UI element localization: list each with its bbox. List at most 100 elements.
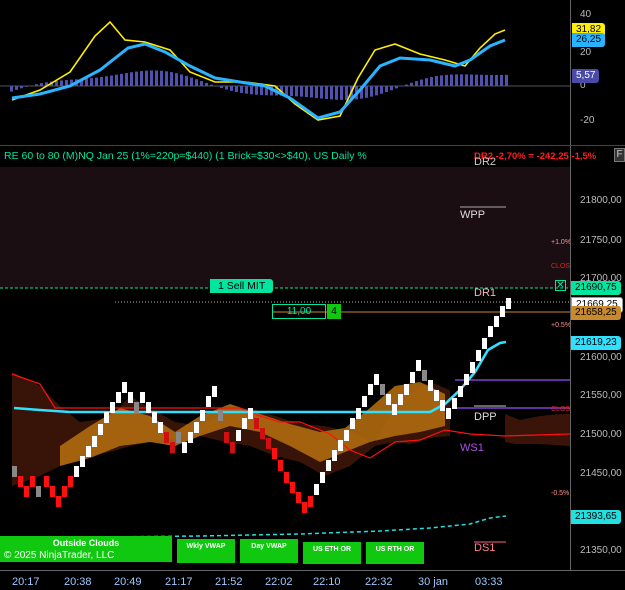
hist-bar [460, 74, 463, 86]
renko-brick [44, 476, 49, 487]
hist-bar [325, 86, 328, 100]
renko-brick [446, 408, 451, 419]
renko-brick [200, 410, 205, 421]
hist-bar [490, 74, 493, 86]
hist-bar [140, 71, 143, 86]
renko-brick [134, 402, 139, 413]
us-rth-or-button[interactable]: US RTH OR [366, 542, 424, 564]
sell-mit-order-button[interactable]: 1 Sell MIT [210, 279, 274, 293]
hist-bar [30, 85, 33, 86]
hist-bar [220, 86, 223, 89]
oscillator-panel[interactable] [0, 0, 570, 140]
hist-bar [380, 86, 383, 94]
renko-brick [146, 402, 151, 413]
level-ds1: DS1 [474, 542, 496, 554]
weekly-vwap-button[interactable]: Wkly VWAP [177, 539, 235, 563]
hist-bar [405, 84, 408, 86]
vwap-line [0, 515, 507, 539]
time-tick: 22:10 [313, 576, 341, 588]
time-tick: 20:49 [114, 576, 142, 588]
trading-chart[interactable]: 40 20 0 -20 31,82 26,25 5,57 RE 60 to 80… [0, 0, 625, 590]
hist-bar [245, 86, 248, 94]
resistance-zone [0, 167, 570, 288]
renko-brick [242, 418, 247, 429]
cloud-future [505, 414, 570, 446]
hist-bar [420, 79, 423, 86]
hist-bar [120, 73, 123, 86]
time-tick: 20:38 [64, 576, 92, 588]
renko-brick [344, 430, 349, 441]
renko-brick [500, 306, 505, 317]
renko-brick [170, 442, 175, 453]
renko-brick [86, 446, 91, 457]
renko-brick [128, 392, 133, 403]
hist-bar [35, 84, 38, 86]
osc-tick: 40 [580, 9, 592, 20]
order-count-badge[interactable]: 4 [327, 304, 341, 319]
renko-brick [24, 486, 29, 497]
renko-brick [452, 398, 457, 409]
renko-brick [188, 432, 193, 443]
time-tick: 21:17 [165, 576, 193, 588]
renko-brick [416, 360, 421, 371]
renko-brick [230, 442, 235, 453]
order-qty-field[interactable]: 11,00 [272, 304, 326, 319]
renko-brick [290, 482, 295, 493]
hist-bar [40, 83, 43, 86]
us-eth-or-button[interactable]: US ETH OR [303, 542, 361, 564]
level-wpp: WPP [460, 209, 486, 221]
hist-bar [485, 74, 488, 86]
hist-bar [450, 74, 453, 86]
hist-bar [195, 79, 198, 86]
hist-bar [90, 78, 93, 86]
renko-brick [320, 472, 325, 483]
hist-bar [200, 81, 203, 86]
hist-bar [225, 86, 228, 90]
renko-brick [266, 438, 271, 449]
pct-label: +1.0% [551, 239, 572, 246]
renko-brick [296, 492, 301, 503]
renko-brick [308, 496, 313, 507]
renko-brick [374, 374, 379, 385]
hist-bar [375, 86, 378, 96]
hist-bar [10, 86, 13, 92]
hist-bar [125, 73, 128, 86]
copyright-text: © 2025 NinjaTrader, LLC [4, 550, 115, 561]
hist-bar [180, 74, 183, 86]
hist-value-tag: 5,57 [572, 69, 600, 83]
price-tick: 21550,00 [580, 390, 622, 401]
renko-brick [104, 412, 109, 423]
renko-brick [272, 448, 277, 459]
renko-brick [140, 392, 145, 403]
renko-brick [254, 418, 259, 429]
day-vwap-button[interactable]: Day VWAP [240, 539, 298, 563]
hist-bar [290, 86, 293, 97]
time-tick: 21:52 [215, 576, 243, 588]
renko-brick [212, 386, 217, 397]
hist-bar [85, 78, 88, 86]
renko-brick [506, 298, 511, 309]
level-dr2: DR2 [474, 156, 497, 168]
hist-bar [455, 74, 458, 86]
renko-brick [194, 422, 199, 433]
renko-brick [326, 460, 331, 471]
hist-bar [415, 81, 418, 86]
hist-bar [440, 75, 443, 86]
hist-bar [100, 76, 103, 86]
hist-bar [165, 71, 168, 86]
renko-brick [314, 484, 319, 495]
price-tick: 21350,00 [580, 545, 622, 556]
renko-brick [98, 424, 103, 435]
hist-bar [105, 76, 108, 86]
hist-bar [445, 74, 448, 86]
hist-bar [425, 78, 428, 86]
renko-brick [356, 408, 361, 419]
hist-bar [305, 86, 308, 98]
renko-brick [470, 362, 475, 373]
pct-label: +0.5% [551, 322, 572, 329]
hist-bar [330, 86, 333, 100]
hist-bar [345, 86, 348, 100]
level-dpp: DPP [474, 411, 497, 423]
cancel-order-icon[interactable]: ✕ [555, 280, 566, 291]
hist-bar [25, 86, 28, 87]
